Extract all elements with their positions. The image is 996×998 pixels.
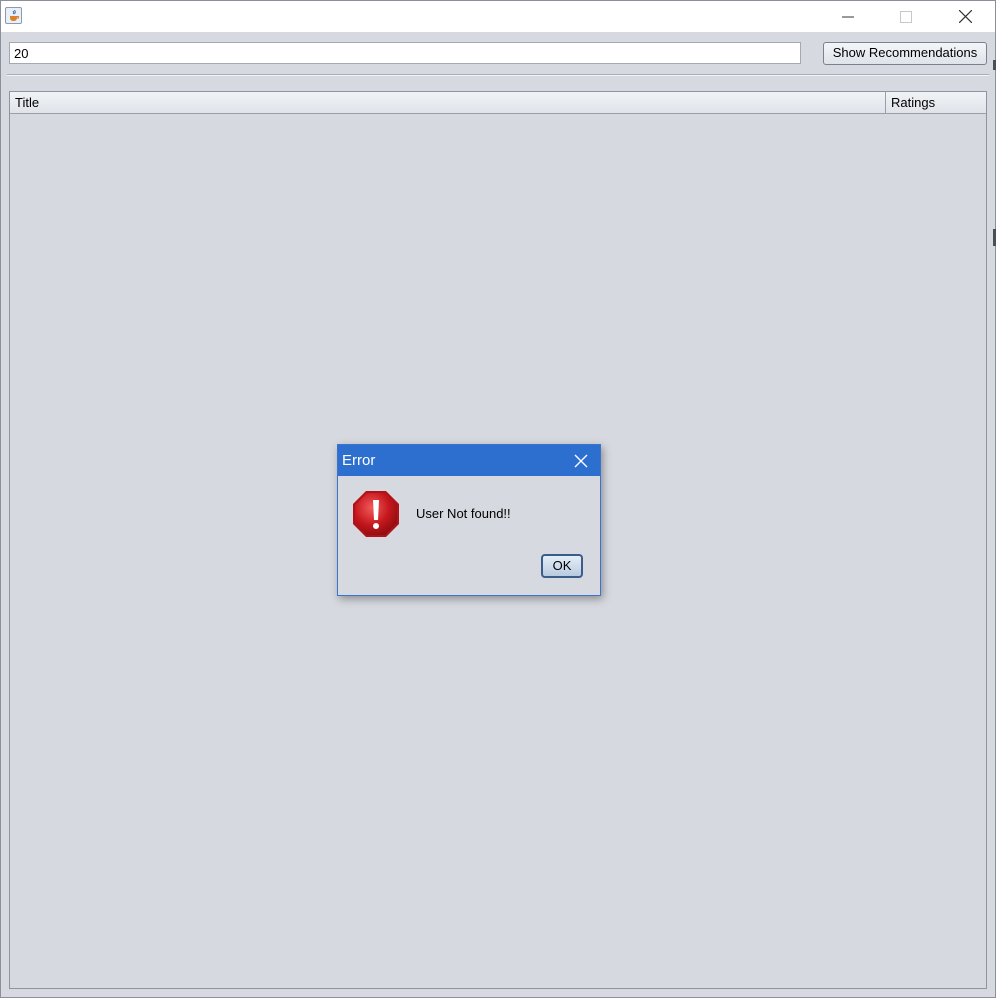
minimize-icon	[842, 16, 854, 17]
toolbar-separator	[7, 74, 989, 76]
window-titlebar[interactable]	[1, 1, 995, 32]
show-recommendations-button[interactable]: Show Recommendations	[823, 42, 987, 65]
column-header-title[interactable]: Title	[10, 92, 886, 113]
dialog-close-button[interactable]	[562, 445, 600, 476]
close-icon	[574, 454, 588, 467]
error-icon	[352, 490, 400, 538]
java-app-icon	[5, 7, 22, 24]
error-dialog: Error User Not found!! OK	[337, 444, 601, 596]
dialog-title: Error	[342, 452, 376, 469]
ok-button[interactable]: OK	[541, 554, 583, 578]
close-icon	[958, 10, 972, 23]
column-header-ratings[interactable]: Ratings	[886, 92, 986, 113]
minimize-button[interactable]	[819, 1, 877, 32]
maximize-button[interactable]	[877, 1, 935, 32]
table-header: Title Ratings	[10, 92, 986, 114]
error-message: User Not found!!	[416, 506, 511, 521]
maximize-icon	[900, 10, 912, 23]
user-id-input[interactable]	[9, 42, 801, 64]
dialog-titlebar[interactable]: Error	[338, 445, 600, 476]
close-window-button[interactable]	[936, 1, 994, 32]
